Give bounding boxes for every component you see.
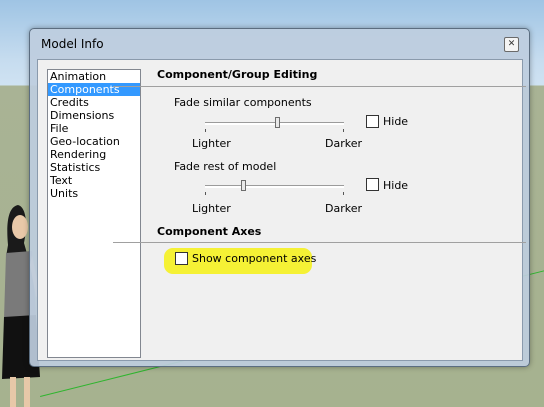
list-item-components[interactable]: Components [48,83,140,96]
section-divider [113,242,526,243]
slider-tick [343,192,344,195]
list-item-rendering[interactable]: Rendering [48,148,140,161]
category-list[interactable]: Animation Components Credits Dimensions … [47,69,141,358]
fade-rest-slider-track[interactable] [205,185,344,188]
fade-rest-hide-label: Hide [383,179,409,192]
fade-similar-hide-checkbox[interactable] [366,115,379,128]
list-item-text[interactable]: Text [48,174,140,187]
fade-similar-max-label: Darker [325,137,363,150]
close-icon[interactable]: ✕ [504,37,519,52]
slider-tick [343,129,344,132]
list-item-file[interactable]: File [48,122,140,135]
fade-rest-min-label: Lighter [192,202,231,215]
window-title: Model Info [41,37,104,51]
fade-similar-slider-thumb[interactable] [275,117,280,128]
fade-rest-slider-thumb[interactable] [241,180,246,191]
fade-rest-max-label: Darker [325,202,363,215]
list-item-animation[interactable]: Animation [48,70,140,83]
slider-tick [205,192,206,195]
section-divider [113,86,526,87]
show-component-axes-checkbox[interactable] [175,252,188,265]
section-title-component-group-editing: Component/Group Editing [157,68,318,81]
fade-rest-label: Fade rest of model [174,160,277,173]
show-component-axes-label: Show component axes [192,252,317,265]
list-item-credits[interactable]: Credits [48,96,140,109]
fade-rest-hide-checkbox[interactable] [366,178,379,191]
section-title-component-axes: Component Axes [157,225,262,238]
fade-similar-min-label: Lighter [192,137,231,150]
list-item-units[interactable]: Units [48,187,140,200]
fade-similar-label: Fade similar components [174,96,312,109]
list-item-geo-location[interactable]: Geo-location [48,135,140,148]
title-bar[interactable]: Model Info ✕ [30,29,529,59]
slider-tick [205,129,206,132]
list-item-dimensions[interactable]: Dimensions [48,109,140,122]
list-item-statistics[interactable]: Statistics [48,161,140,174]
fade-similar-hide-label: Hide [383,115,409,128]
